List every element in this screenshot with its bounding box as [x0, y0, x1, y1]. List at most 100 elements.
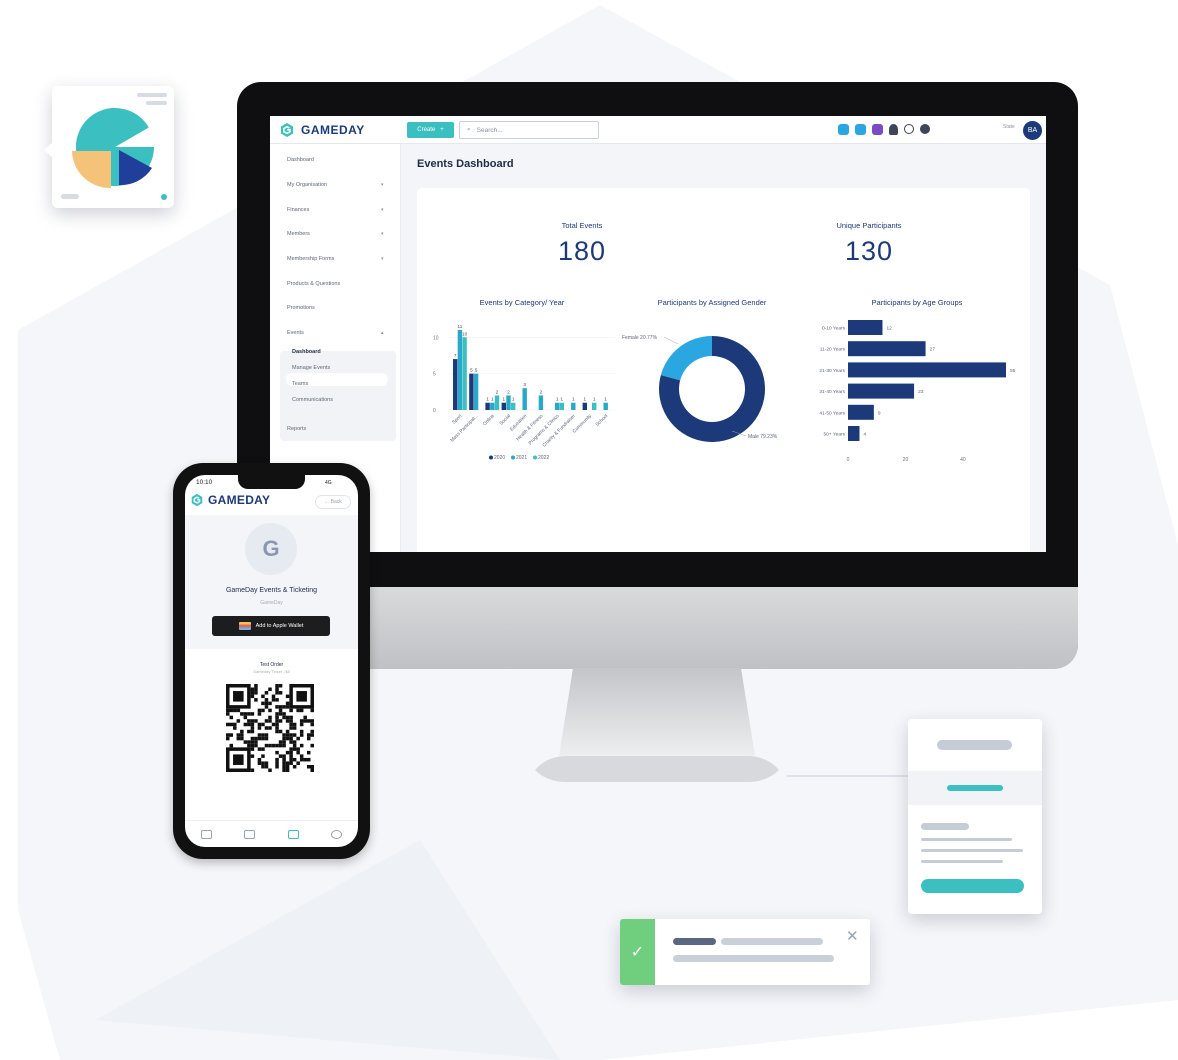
qr-module: [282, 733, 286, 737]
sidebar-item-promotions[interactable]: Promotions: [287, 305, 315, 311]
x-category-label: Programs & Clinics: [528, 413, 562, 447]
sidebar-sub-teams[interactable]: Teams: [292, 381, 308, 387]
profile-icon[interactable]: [330, 829, 342, 839]
qr-module: [226, 736, 230, 741]
qr-module: [271, 743, 276, 748]
qr-module: [306, 750, 311, 755]
qr-module: [275, 712, 279, 716]
qr-module: [257, 712, 262, 716]
qr-module: [296, 747, 300, 751]
qr-module: [310, 768, 314, 772]
order-title: Test Order: [259, 662, 284, 668]
qr-module: [229, 743, 234, 748]
help-icon[interactable]: [904, 124, 914, 134]
qr-module: [299, 754, 304, 758]
qr-module: [257, 726, 262, 730]
qr-module: [303, 757, 307, 762]
qr-module: [310, 722, 314, 727]
qr-module: [275, 691, 279, 695]
qr-module: [296, 708, 300, 713]
qr-module: [292, 726, 297, 730]
x-category-label: School: [595, 413, 610, 428]
sidebar-item-events[interactable]: Events: [287, 330, 304, 336]
phone-bottom-nav: [185, 820, 358, 847]
sidebar-sub-communications[interactable]: Communications: [292, 397, 333, 403]
qr-module: [299, 729, 304, 734]
qr-module: [268, 701, 272, 706]
sidebar-item-products-questions[interactable]: Products & Questions: [287, 281, 340, 287]
sidebar-item-membership-forms[interactable]: Membership Forms: [287, 256, 334, 262]
create-button[interactable]: Create +: [407, 122, 454, 138]
phone-screen: 10:10 4G GAMEDAY ← Back G GameDay Events…: [185, 475, 358, 847]
qr-module: [285, 705, 290, 709]
legend-label: 2022: [538, 455, 549, 461]
sidebar-item-finances[interactable]: Finances: [287, 207, 309, 213]
qr-module: [236, 719, 241, 723]
search-input[interactable]: ⌕ Search...: [459, 121, 599, 139]
bar-2022: [559, 402, 564, 410]
search-icon: ⌕: [467, 126, 471, 133]
bar-value-label: 1: [503, 397, 506, 402]
phone-signal: 4G: [325, 480, 332, 486]
qr-module: [275, 687, 279, 692]
qr-module: [278, 743, 283, 748]
sidebar-item-members[interactable]: Members: [287, 231, 310, 237]
x-tick-label: 40: [960, 457, 966, 463]
qr-module: [247, 740, 251, 744]
close-icon[interactable]: ✕: [846, 927, 859, 945]
ticket-icon[interactable]: [287, 829, 299, 839]
qr-module: [236, 733, 241, 737]
qr-module: [275, 726, 279, 730]
notification-bell-icon[interactable]: [889, 124, 898, 135]
sidebar-sub-manage-events[interactable]: Manage Events: [292, 365, 330, 371]
bar-value-label: 4: [863, 432, 866, 438]
bar-value-label: 9: [878, 410, 881, 416]
legend-swatch: [489, 455, 493, 460]
sidebar-item-reports[interactable]: Reports: [287, 426, 306, 432]
qr-module: [254, 687, 258, 692]
app-switcher-icon-2[interactable]: [855, 124, 866, 135]
qr-module: [254, 740, 258, 744]
qr-module: [250, 726, 255, 730]
qr-module: [250, 736, 255, 741]
gear-icon[interactable]: [920, 124, 930, 134]
qr-module: [289, 747, 293, 751]
kpi-total-events-label: Total Events: [561, 221, 603, 230]
qr-module: [236, 708, 241, 713]
y-category-label: 41-50 Years: [819, 410, 845, 416]
ticket-qr-code: [226, 684, 314, 772]
event-avatar: G: [245, 523, 297, 575]
sidebar-sub-dashboard[interactable]: Dashboard: [292, 349, 321, 355]
header-icons: [838, 124, 930, 135]
qr-module: [278, 708, 283, 713]
sidebar-item-my-organisation[interactable]: My Organisation: [287, 182, 327, 188]
qr-module: [289, 719, 293, 723]
shirt-icon[interactable]: [244, 829, 256, 839]
age-bar: [848, 404, 874, 420]
qr-module: [254, 736, 258, 741]
qr-module: [254, 698, 258, 702]
bar-value-label: 1: [491, 397, 494, 402]
back-button[interactable]: ← Back: [315, 495, 351, 509]
qr-module: [285, 733, 290, 737]
app-switcher-icon-1[interactable]: [838, 124, 849, 135]
qr-module: [278, 719, 283, 723]
bar-value-label: 3: [523, 382, 526, 387]
app-switcher-icon-3[interactable]: [872, 124, 883, 135]
qr-module: [261, 764, 265, 769]
user-avatar[interactable]: BA: [1023, 121, 1042, 140]
search-placeholder: Search...: [476, 126, 503, 134]
sidebar-item-dashboard[interactable]: Dashboard: [287, 157, 314, 163]
gameday-logo[interactable]: GAMEDAY: [279, 122, 365, 138]
bar-2021: [457, 330, 463, 410]
qr-module: [271, 698, 276, 702]
qr-module: [250, 722, 255, 727]
bar-2021: [522, 388, 527, 410]
qr-module: [289, 708, 293, 713]
y-category-label: 0-10 Years: [822, 326, 846, 332]
calendar-icon[interactable]: [201, 829, 213, 839]
qr-module: [285, 729, 290, 734]
chevron-down-icon: ▾: [381, 256, 384, 262]
add-to-apple-wallet-button[interactable]: Add to Apple Wallet: [212, 616, 330, 636]
qr-module: [310, 708, 314, 713]
